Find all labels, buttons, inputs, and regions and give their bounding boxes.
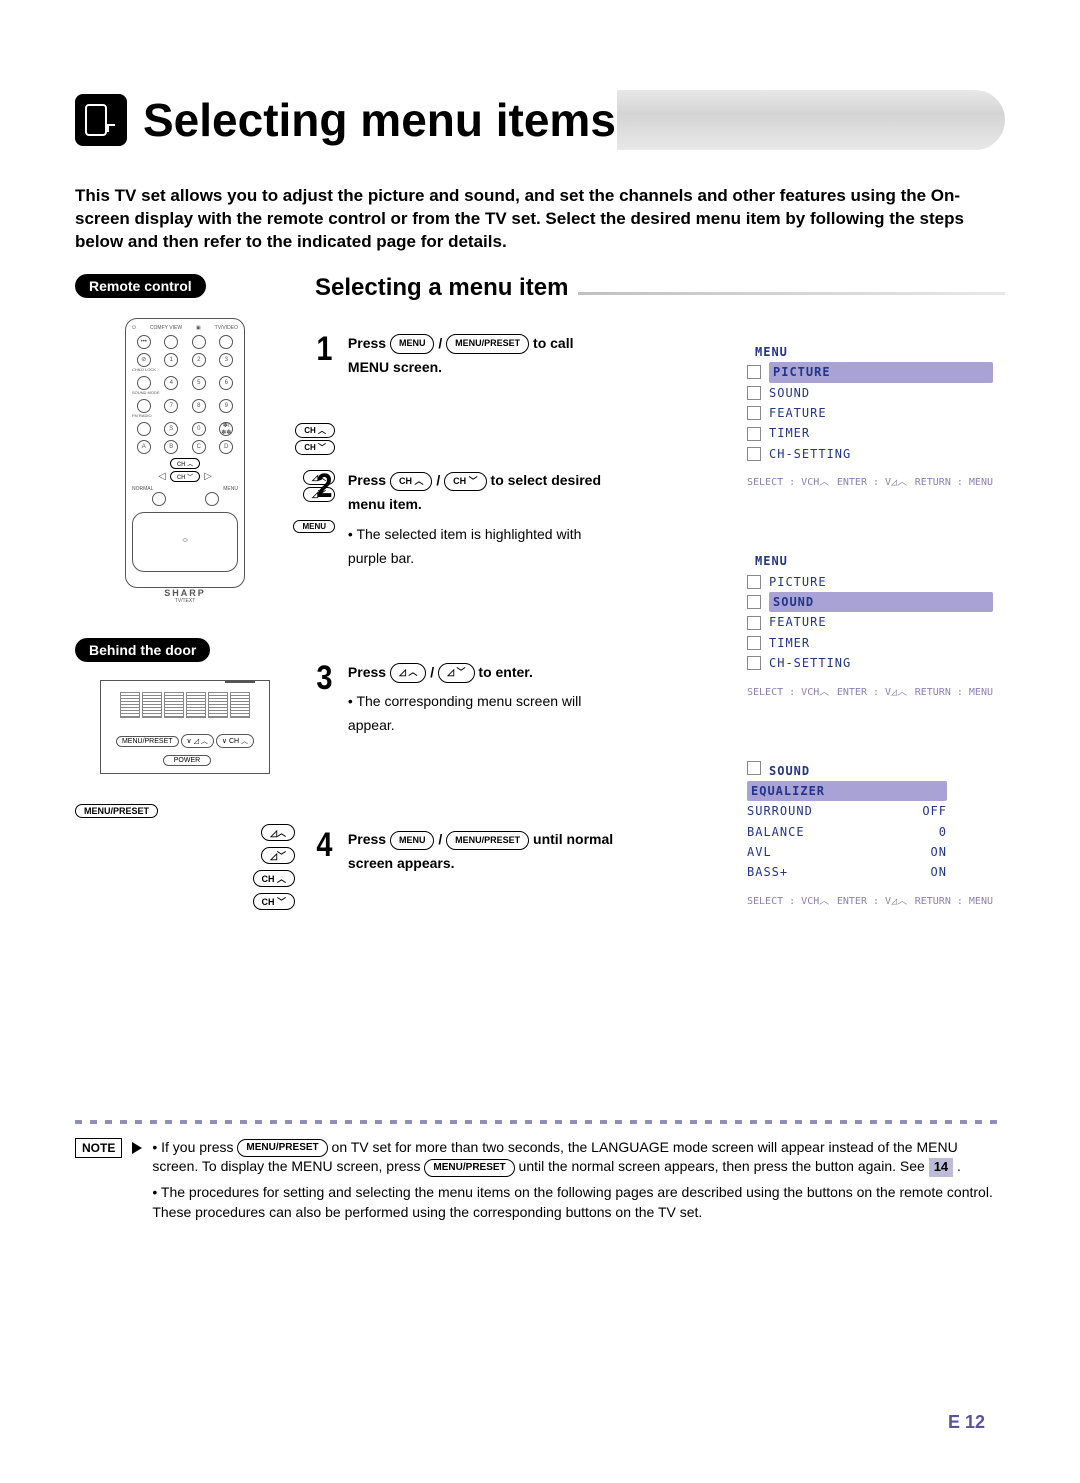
content-columns: Remote control ⏻COMFY VIEW▣TV/VIDEO ••• … — [75, 274, 1005, 920]
osd-screen-3: SOUNDEQUALIZERSURROUNDOFFBALANCE0AVLONBA… — [735, 751, 1005, 920]
step-instruction: Press MENU / MENU/PRESET to call MENU sc… — [348, 335, 574, 375]
callout-menu: MENU — [293, 520, 335, 533]
step-3: 3 Press ◿ ︿ / ◿ ﹀ to enter. The correspo… — [315, 661, 615, 738]
callout-ch-down: CH ﹀ — [295, 440, 335, 455]
callout-ch-down-2: CH ﹀ — [253, 893, 296, 910]
heading-accent-bar — [617, 90, 1005, 150]
note-divider — [75, 1120, 1005, 1124]
step-number: 4 — [316, 828, 332, 862]
behind-door-pill: Behind the door — [75, 638, 210, 662]
step-instruction: Press MENU / MENU/PRESET until normal sc… — [348, 831, 613, 871]
remote-control-pill: Remote control — [75, 274, 206, 298]
step-number: 3 — [316, 661, 332, 695]
intro-paragraph: This TV set allows you to adjust the pic… — [75, 185, 1005, 254]
sub-heading: Selecting a menu item — [315, 274, 568, 302]
callout-menu-preset: MENU/PRESET — [75, 804, 158, 818]
behind-door-callouts: MENU/PRESET ◿︿ ◿﹀ CH ︿ CH ﹀ — [75, 804, 295, 910]
note-body: If you press MENU/PRESET on TV set for m… — [152, 1138, 1005, 1228]
callout-vol-down-2: ◿﹀ — [261, 847, 295, 864]
remote-icon — [75, 94, 127, 146]
step-4: 4 Press MENU / MENU/PRESET until normal … — [315, 828, 615, 876]
step-sub: The selected item is highlighted with pu… — [348, 523, 615, 571]
page-title: Selecting menu items — [143, 93, 616, 147]
step-instruction: Press CH ︿ / CH ﹀ to select desired menu… — [348, 472, 601, 512]
osd-column: MENUPICTURESOUNDFEATURETIMERCH-SETTINGSE… — [630, 332, 1005, 920]
steps-column: 1 Press MENU / MENU/PRESET to call MENU … — [315, 332, 615, 920]
step-1: 1 Press MENU / MENU/PRESET to call MENU … — [315, 332, 615, 380]
step-number: 1 — [316, 332, 332, 366]
note-section: NOTE If you press MENU/PRESET on TV set … — [75, 1138, 1005, 1228]
osd-screen-1: MENUPICTURESOUNDFEATURETIMERCH-SETTINGSE… — [735, 332, 1005, 501]
behind-door-illustration: MENU/PRESET∨ ◿ ︿∨ CH ︿POWER — [85, 680, 285, 774]
remote-control-illustration: ⏻COMFY VIEW▣TV/VIDEO ••• ⊘123 CHILD LOCK… — [95, 318, 275, 588]
left-column: Remote control ⏻COMFY VIEW▣TV/VIDEO ••• … — [75, 274, 295, 920]
sub-heading-bar — [578, 292, 1005, 295]
note-label: NOTE — [75, 1138, 122, 1158]
step-number: 2 — [316, 469, 332, 503]
callout-ch-up-2: CH ︿ — [253, 870, 296, 887]
note-arrow-icon — [132, 1142, 142, 1154]
sub-heading-row: Selecting a menu item — [315, 274, 1005, 302]
step-sub: The corresponding menu screen will appea… — [348, 690, 615, 738]
note-item: The procedures for setting and selecting… — [152, 1183, 1005, 1222]
step-instruction: Press ◿ ︿ / ◿ ﹀ to enter. — [348, 664, 533, 680]
osd-screen-2: MENUPICTURESOUNDFEATURETIMERCH-SETTINGSE… — [735, 541, 1005, 710]
step-2: 2 Press CH ︿ / CH ﹀ to select desired me… — [315, 469, 615, 570]
note-item: If you press MENU/PRESET on TV set for m… — [152, 1138, 1005, 1177]
page-number: E 12 — [948, 1412, 985, 1433]
callout-ch-up: CH ︿ — [295, 423, 335, 438]
callout-vol-up-2: ◿︿ — [261, 824, 295, 841]
page-heading: Selecting menu items — [75, 60, 1005, 150]
